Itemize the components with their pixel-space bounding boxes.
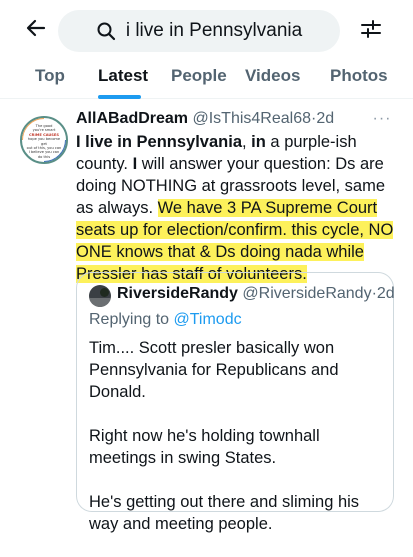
search-tabs: Top Latest People Videos Photos (0, 62, 413, 99)
quoted-tweet[interactable]: RiversideRandy @RiversideRandy·2d Replyi… (76, 272, 395, 533)
paragraph: He's getting out there and sliming his w… (89, 493, 360, 533)
back-button[interactable] (20, 14, 52, 46)
display-name[interactable]: AllABadDream (76, 110, 188, 127)
quoted-tweet-text: Tim.... Scott presler basically won Penn… (89, 337, 385, 557)
tab-latest[interactable]: Latest (98, 66, 148, 86)
tweet[interactable]: The good you're smart CRIME CAUSES hope … (0, 100, 413, 533)
search-query: i live in Pennsylvania (125, 20, 303, 41)
tweet-time[interactable]: 2d (316, 110, 334, 127)
search-input[interactable]: i live in Pennsylvania (58, 10, 340, 52)
replying-to: Replying to @Timodc (89, 311, 242, 328)
display-name[interactable]: RiversideRandy (117, 285, 238, 302)
search-filter-button[interactable] (356, 16, 386, 46)
tab-photos[interactable]: Photos (330, 66, 388, 86)
more-options-icon[interactable]: ··· (370, 109, 394, 129)
back-arrow-icon (24, 16, 48, 45)
avatar-text: The good you're smart CRIME CAUSES hope … (26, 124, 62, 159)
tab-videos[interactable]: Videos (245, 66, 300, 86)
active-tab-indicator (98, 95, 141, 99)
user-handle[interactable]: @RiversideRandy (242, 285, 371, 302)
tab-people[interactable]: People (171, 66, 227, 86)
search-header: i live in Pennsylvania (0, 0, 413, 62)
avatar[interactable] (89, 285, 111, 307)
tweet-header: AllABadDream @IsThis4Real68·2d (76, 110, 334, 128)
mention-link[interactable]: @Timodc (174, 311, 242, 328)
search-icon (96, 20, 118, 42)
tweet-time[interactable]: 2d (377, 285, 395, 302)
quoted-tweet-header: RiversideRandy @RiversideRandy·2d (117, 285, 395, 303)
avatar[interactable]: The good you're smart CRIME CAUSES hope … (20, 116, 68, 164)
paragraph: Tim.... Scott presler basically won Penn… (89, 339, 339, 401)
user-handle[interactable]: @IsThis4Real68 (192, 110, 311, 127)
sliders-icon (359, 17, 383, 46)
paragraph: Right now he's holding townhall meetings… (89, 427, 320, 467)
tab-top[interactable]: Top (35, 66, 65, 86)
tweet-text: I live in Pennsylvania, in a purple-ish … (76, 133, 394, 283)
